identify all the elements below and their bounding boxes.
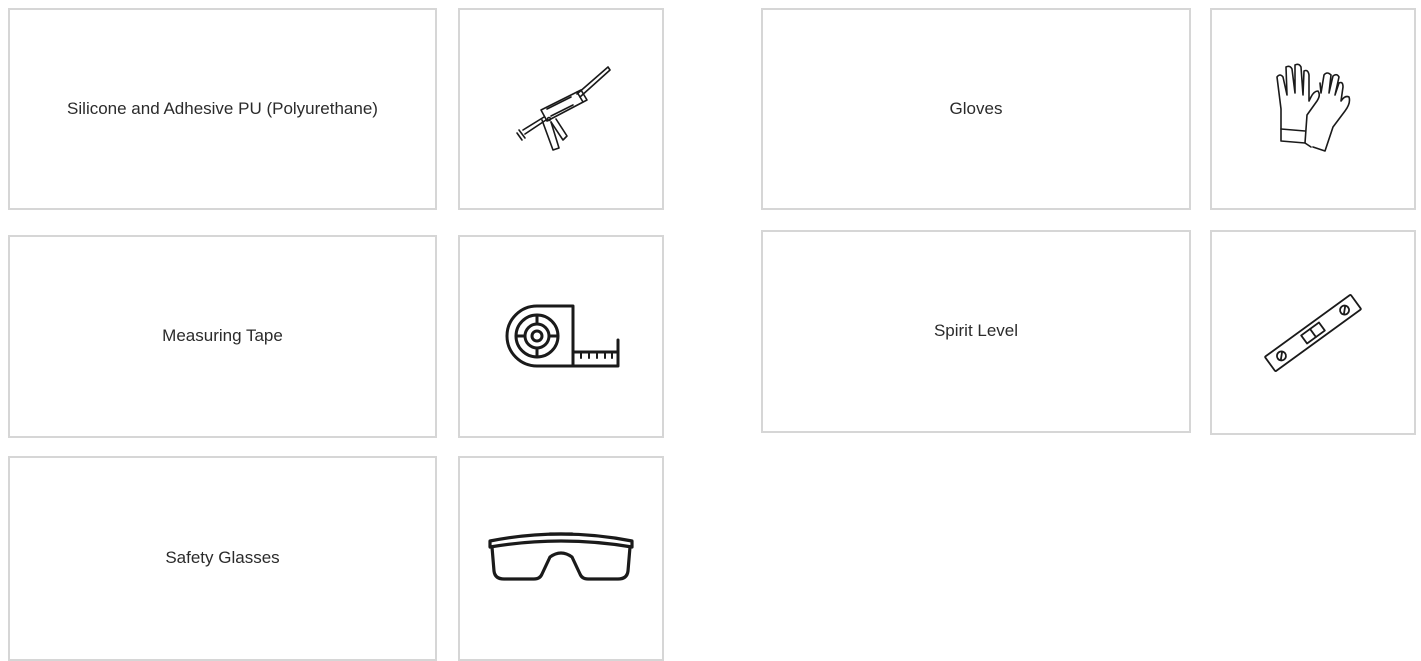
item-label: Gloves bbox=[949, 98, 1003, 118]
safety-glasses-icon bbox=[488, 531, 634, 581]
item-card-measuring-tape: Measuring Tape bbox=[8, 235, 437, 438]
gloves-icon bbox=[1276, 63, 1351, 152]
item-card-safety-glasses: Safety Glasses bbox=[8, 456, 437, 661]
item-label: Silicone and Adhesive PU (Polyurethane) bbox=[67, 98, 378, 118]
item-icon-card-safety-glasses bbox=[458, 456, 664, 661]
item-card-spirit-level: Spirit Level bbox=[761, 230, 1191, 433]
measuring-tape-icon bbox=[505, 304, 620, 367]
spirit-level-icon bbox=[1264, 293, 1362, 372]
item-label: Measuring Tape bbox=[162, 326, 283, 346]
item-icon-card-spirit-level bbox=[1210, 230, 1416, 435]
item-icon-card-measuring-tape bbox=[458, 235, 664, 438]
item-card-gloves: Gloves bbox=[761, 8, 1191, 210]
item-icon-card-gloves bbox=[1210, 8, 1416, 210]
caulking-gun-icon bbox=[516, 66, 611, 151]
item-label: Safety Glasses bbox=[165, 548, 280, 568]
item-label: Spirit Level bbox=[933, 321, 1019, 341]
item-icon-card-silicone bbox=[458, 8, 664, 210]
item-card-silicone: Silicone and Adhesive PU (Polyurethane) bbox=[8, 8, 437, 210]
